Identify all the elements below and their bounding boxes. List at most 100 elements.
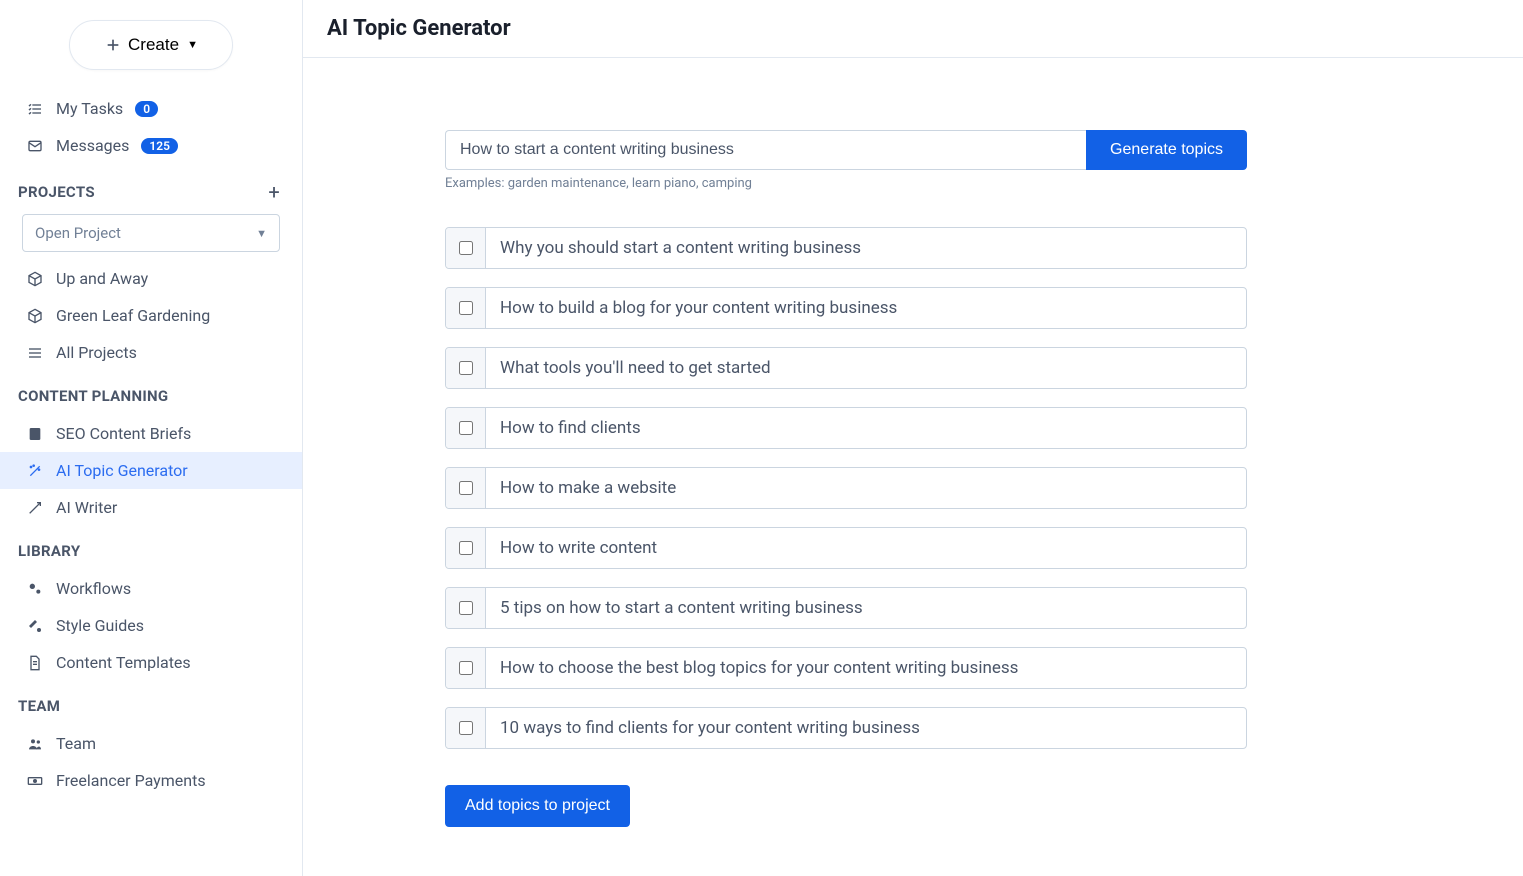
project-label: Up and Away — [56, 269, 148, 288]
note-icon — [26, 426, 44, 442]
topic-row: How to build a blog for your content wri… — [445, 287, 1247, 329]
nav-label: Style Guides — [56, 616, 144, 635]
nav-label: My Tasks — [56, 99, 123, 118]
topic-text: What tools you'll need to get started — [486, 348, 1246, 388]
palette-icon — [26, 618, 44, 634]
section-title: CONTENT PLANNING — [18, 387, 168, 405]
topic-checkbox-wrap — [446, 708, 486, 748]
topic-input-row: Generate topics — [445, 130, 1247, 170]
tasks-icon — [26, 101, 44, 117]
sidebar: Create ▼ My Tasks 0 Messages 125 PROJECT… — [0, 0, 303, 876]
topic-checkbox[interactable] — [459, 361, 473, 375]
box-icon — [26, 308, 44, 324]
nav-label: AI Topic Generator — [56, 461, 188, 480]
topic-checkbox[interactable] — [459, 301, 473, 315]
magic-wand-icon — [26, 463, 44, 479]
file-icon — [26, 655, 44, 671]
nav-freelancer-payments[interactable]: Freelancer Payments — [0, 762, 302, 799]
content-area: Generate topics Examples: garden mainten… — [303, 58, 1523, 867]
people-icon — [26, 736, 44, 752]
project-item[interactable]: Green Leaf Gardening — [0, 297, 302, 334]
nav-all-projects[interactable]: All Projects — [0, 334, 302, 371]
add-topics-button[interactable]: Add topics to project — [445, 785, 630, 827]
list-icon — [26, 345, 44, 361]
create-button[interactable]: Create ▼ — [69, 20, 233, 70]
nav-ai-topic-generator[interactable]: AI Topic Generator — [0, 452, 302, 489]
topic-checkbox-wrap — [446, 468, 486, 508]
topic-checkbox[interactable] — [459, 241, 473, 255]
project-item[interactable]: Up and Away — [0, 260, 302, 297]
wand-icon — [26, 500, 44, 516]
section-header-content-planning: CONTENT PLANNING — [0, 371, 302, 415]
box-icon — [26, 271, 44, 287]
nav-workflows[interactable]: Workflows — [0, 570, 302, 607]
topic-checkbox[interactable] — [459, 601, 473, 615]
section-title: LIBRARY — [18, 542, 80, 560]
nav-label: Team — [56, 734, 96, 753]
chevron-down-icon: ▼ — [187, 39, 198, 51]
page-header: AI Topic Generator — [303, 0, 1523, 58]
topic-checkbox-wrap — [446, 588, 486, 628]
open-project-select[interactable]: Open Project ▼ — [22, 214, 280, 252]
topic-checkbox[interactable] — [459, 541, 473, 555]
topic-checkbox-wrap — [446, 348, 486, 388]
messages-badge: 125 — [141, 138, 178, 154]
main-content: AI Topic Generator Generate topics Examp… — [303, 0, 1523, 876]
topic-checkbox[interactable] — [459, 421, 473, 435]
nav-label: Messages — [56, 136, 129, 155]
topic-text: How to make a website — [486, 468, 1246, 508]
nav-label: Workflows — [56, 579, 131, 598]
topic-text: How to choose the best blog topics for y… — [486, 648, 1246, 688]
nav-my-tasks[interactable]: My Tasks 0 — [0, 90, 302, 127]
topic-row: How to make a website — [445, 467, 1247, 509]
gears-icon — [26, 581, 44, 597]
nav-label: SEO Content Briefs — [56, 424, 191, 443]
topic-row: How to write content — [445, 527, 1247, 569]
topic-text: 10 ways to find clients for your content… — [486, 708, 1246, 748]
topic-row: How to choose the best blog topics for y… — [445, 647, 1247, 689]
topic-row: 5 tips on how to start a content writing… — [445, 587, 1247, 629]
topic-input[interactable] — [445, 130, 1086, 170]
topic-checkbox-wrap — [446, 648, 486, 688]
page-title: AI Topic Generator — [327, 16, 1499, 41]
select-placeholder: Open Project — [35, 224, 121, 242]
examples-text: Examples: garden maintenance, learn pian… — [445, 176, 1247, 191]
chevron-down-icon: ▼ — [256, 227, 267, 240]
section-title: PROJECTS — [18, 183, 95, 201]
topic-row: How to find clients — [445, 407, 1247, 449]
nav-content-templates[interactable]: Content Templates — [0, 644, 302, 681]
mail-icon — [26, 138, 44, 154]
nav-messages[interactable]: Messages 125 — [0, 127, 302, 164]
topic-checkbox-wrap — [446, 528, 486, 568]
topic-checkbox[interactable] — [459, 661, 473, 675]
topic-row: 10 ways to find clients for your content… — [445, 707, 1247, 749]
topic-row: Why you should start a content writing b… — [445, 227, 1247, 269]
topic-checkbox-wrap — [446, 228, 486, 268]
nav-label: Content Templates — [56, 653, 191, 672]
topic-checkbox-wrap — [446, 288, 486, 328]
section-title: TEAM — [18, 697, 60, 715]
section-header-library: LIBRARY — [0, 526, 302, 570]
create-label: Create — [128, 35, 179, 55]
topic-text: How to build a blog for your content wri… — [486, 288, 1246, 328]
topic-checkbox[interactable] — [459, 721, 473, 735]
money-icon — [26, 773, 44, 789]
topic-row: What tools you'll need to get started — [445, 347, 1247, 389]
topic-text: How to find clients — [486, 408, 1246, 448]
tasks-badge: 0 — [135, 101, 158, 117]
topic-checkbox[interactable] — [459, 481, 473, 495]
generate-topics-button[interactable]: Generate topics — [1086, 130, 1247, 170]
nav-ai-writer[interactable]: AI Writer — [0, 489, 302, 526]
plus-icon — [104, 37, 122, 53]
project-label: All Projects — [56, 343, 137, 362]
nav-label: AI Writer — [56, 498, 117, 517]
section-header-team: TEAM — [0, 681, 302, 725]
nav-team[interactable]: Team — [0, 725, 302, 762]
nav-style-guides[interactable]: Style Guides — [0, 607, 302, 644]
topic-checkbox-wrap — [446, 408, 486, 448]
topic-text: Why you should start a content writing b… — [486, 228, 1246, 268]
add-project-icon[interactable]: + — [268, 180, 280, 204]
nav-seo-briefs[interactable]: SEO Content Briefs — [0, 415, 302, 452]
section-header-projects: PROJECTS + — [0, 164, 302, 214]
project-label: Green Leaf Gardening — [56, 306, 210, 325]
